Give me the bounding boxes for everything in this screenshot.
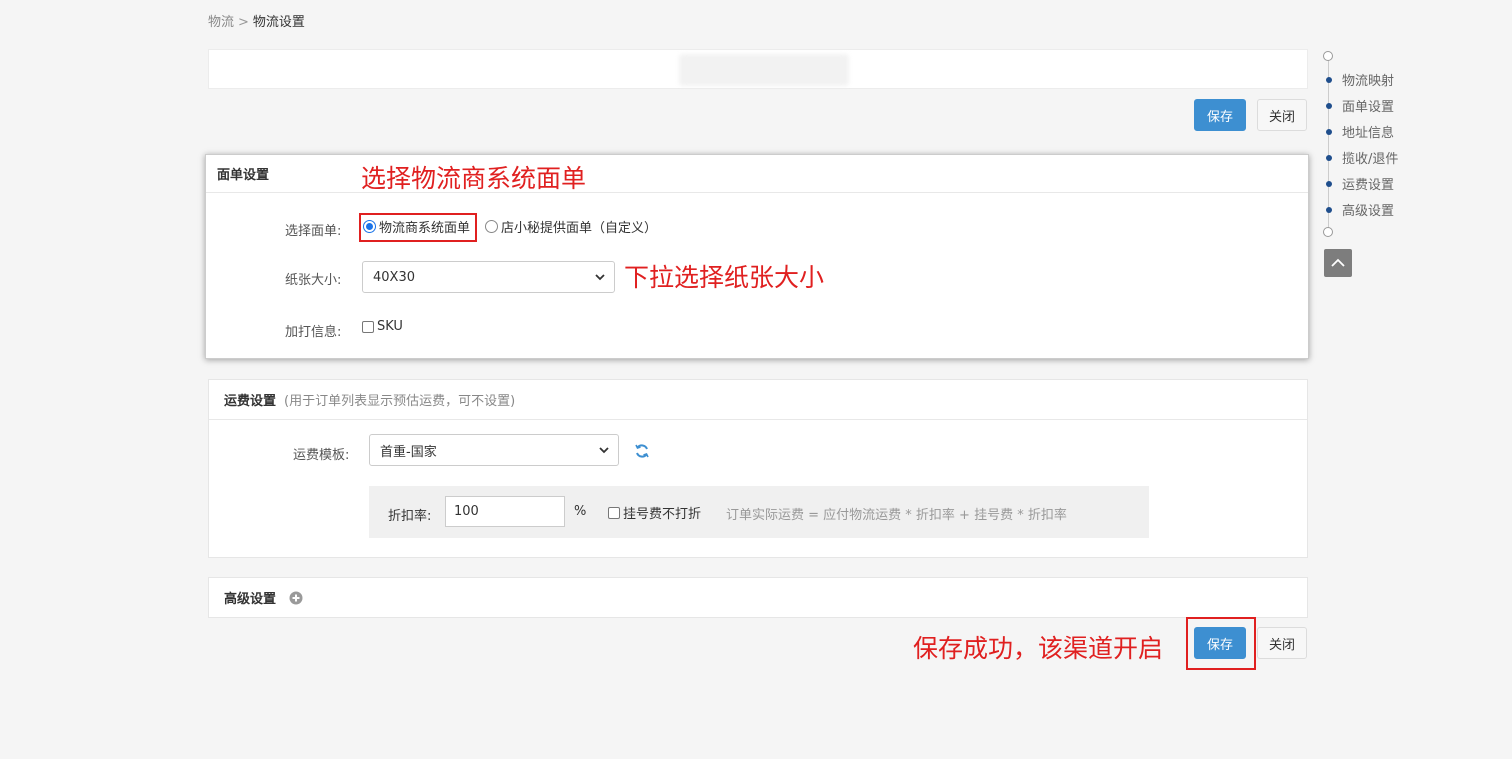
- paper-size-value: 40X30: [373, 269, 415, 285]
- breadcrumb-separator: >: [238, 15, 249, 30]
- nav-bullet-icon: [1326, 128, 1332, 135]
- select-waybill-label: 选择面单:: [285, 224, 342, 239]
- refresh-icon[interactable]: [634, 443, 650, 459]
- annotation-select-paper: 下拉选择纸张大小: [624, 263, 825, 292]
- close-button-bottom[interactable]: 关闭: [1257, 627, 1307, 659]
- discount-label: 折扣率:: [388, 509, 432, 524]
- freight-template-select[interactable]: 首重-国家: [369, 434, 619, 466]
- side-nav-item-freight[interactable]: 运费设置: [1326, 174, 1394, 193]
- chevron-up-icon: [1331, 258, 1345, 267]
- nav-bullet-icon: [1326, 154, 1332, 161]
- paper-size-select[interactable]: 40X30: [362, 261, 615, 293]
- side-nav-label: 物流映射: [1342, 74, 1395, 89]
- side-nav-label: 运费设置: [1342, 178, 1395, 193]
- advanced-settings-header[interactable]: 高级设置: [209, 578, 1307, 617]
- blurred-channel-name: [679, 54, 849, 86]
- radio-custom-waybill[interactable]: 店小秘提供面单（自定义）: [485, 217, 657, 236]
- discount-unit: %: [574, 504, 587, 519]
- discount-input[interactable]: 100: [445, 496, 565, 527]
- annotation-save-success: 保存成功，该渠道开启: [913, 634, 1164, 663]
- breadcrumb-current: 物流设置: [252, 15, 305, 30]
- freight-template-value: 首重-国家: [380, 444, 437, 460]
- side-nav-item-waybill[interactable]: 面单设置: [1326, 96, 1394, 115]
- side-nav-item-pickup-return[interactable]: 揽收/退件: [1326, 148, 1398, 167]
- discount-panel: 折扣率: 100 % 挂号费不打折 订单实际运费 = 应付物流运费 * 折扣率 …: [369, 486, 1149, 538]
- side-nav-label: 高级设置: [1342, 204, 1395, 219]
- chevron-down-icon: [595, 274, 605, 281]
- freight-settings-card: 运费设置 (用于订单列表显示预估运费，可不设置) 运费模板: 首重-国家 折扣率…: [208, 379, 1308, 558]
- freight-template-label: 运费模板:: [293, 448, 350, 463]
- save-button-top[interactable]: 保存: [1194, 99, 1246, 131]
- freight-formula: 订单实际运费 = 应付物流运费 * 折扣率 + 挂号费 * 折扣率: [726, 508, 1067, 523]
- nav-bullet-icon: [1326, 206, 1332, 213]
- nav-bullet-icon: [1326, 76, 1332, 83]
- checkbox-icon: [608, 506, 620, 519]
- sku-checkbox-label: SKU: [377, 319, 403, 334]
- nav-bullet-icon: [1326, 102, 1332, 109]
- paper-size-label: 纸张大小:: [285, 273, 342, 288]
- save-button-bottom[interactable]: 保存: [1194, 627, 1246, 659]
- breadcrumb: 物流 > 物流设置: [208, 11, 305, 30]
- radio-carrier-label: 物流商系统面单: [379, 221, 471, 236]
- plus-circle-icon[interactable]: [289, 591, 303, 605]
- freight-settings-header: 运费设置 (用于订单列表显示预估运费，可不设置): [209, 380, 1307, 420]
- side-nav-label: 地址信息: [1342, 126, 1395, 141]
- nav-bullet-icon: [1326, 180, 1332, 187]
- radio-carrier-waybill[interactable]: 物流商系统面单: [363, 217, 470, 236]
- side-nav-label: 面单设置: [1342, 100, 1395, 115]
- side-nav-item-advanced[interactable]: 高级设置: [1326, 200, 1394, 219]
- freight-settings-note: (用于订单列表显示预估运费，可不设置): [284, 394, 516, 409]
- registered-fee-checkbox[interactable]: 挂号费不打折: [608, 503, 701, 522]
- side-nav-item-logistics-mapping[interactable]: 物流映射: [1326, 70, 1394, 89]
- side-nav-label: 揽收/退件: [1342, 152, 1399, 167]
- back-to-top-button[interactable]: [1324, 249, 1352, 277]
- radio-unchecked-icon: [485, 220, 498, 233]
- side-nav-top-ring: [1323, 51, 1333, 61]
- breadcrumb-parent[interactable]: 物流: [208, 15, 234, 30]
- registered-fee-label: 挂号费不打折: [623, 507, 702, 522]
- checkbox-icon: [362, 320, 374, 333]
- side-nav-item-address[interactable]: 地址信息: [1326, 122, 1394, 141]
- side-nav-bottom-ring: [1323, 227, 1333, 237]
- freight-settings-title: 运费设置: [224, 394, 277, 409]
- sku-checkbox[interactable]: SKU: [362, 319, 403, 334]
- radio-checked-icon: [363, 220, 376, 233]
- channel-header-card: [208, 49, 1308, 89]
- advanced-settings-card[interactable]: 高级设置: [208, 577, 1308, 618]
- chevron-down-icon: [599, 447, 609, 454]
- radio-custom-label: 店小秘提供面单（自定义）: [501, 221, 658, 236]
- close-button-top[interactable]: 关闭: [1257, 99, 1307, 131]
- extra-print-label: 加打信息:: [285, 325, 342, 340]
- advanced-settings-title: 高级设置: [224, 592, 277, 607]
- annotation-select-waybill: 选择物流商系统面单: [361, 164, 587, 193]
